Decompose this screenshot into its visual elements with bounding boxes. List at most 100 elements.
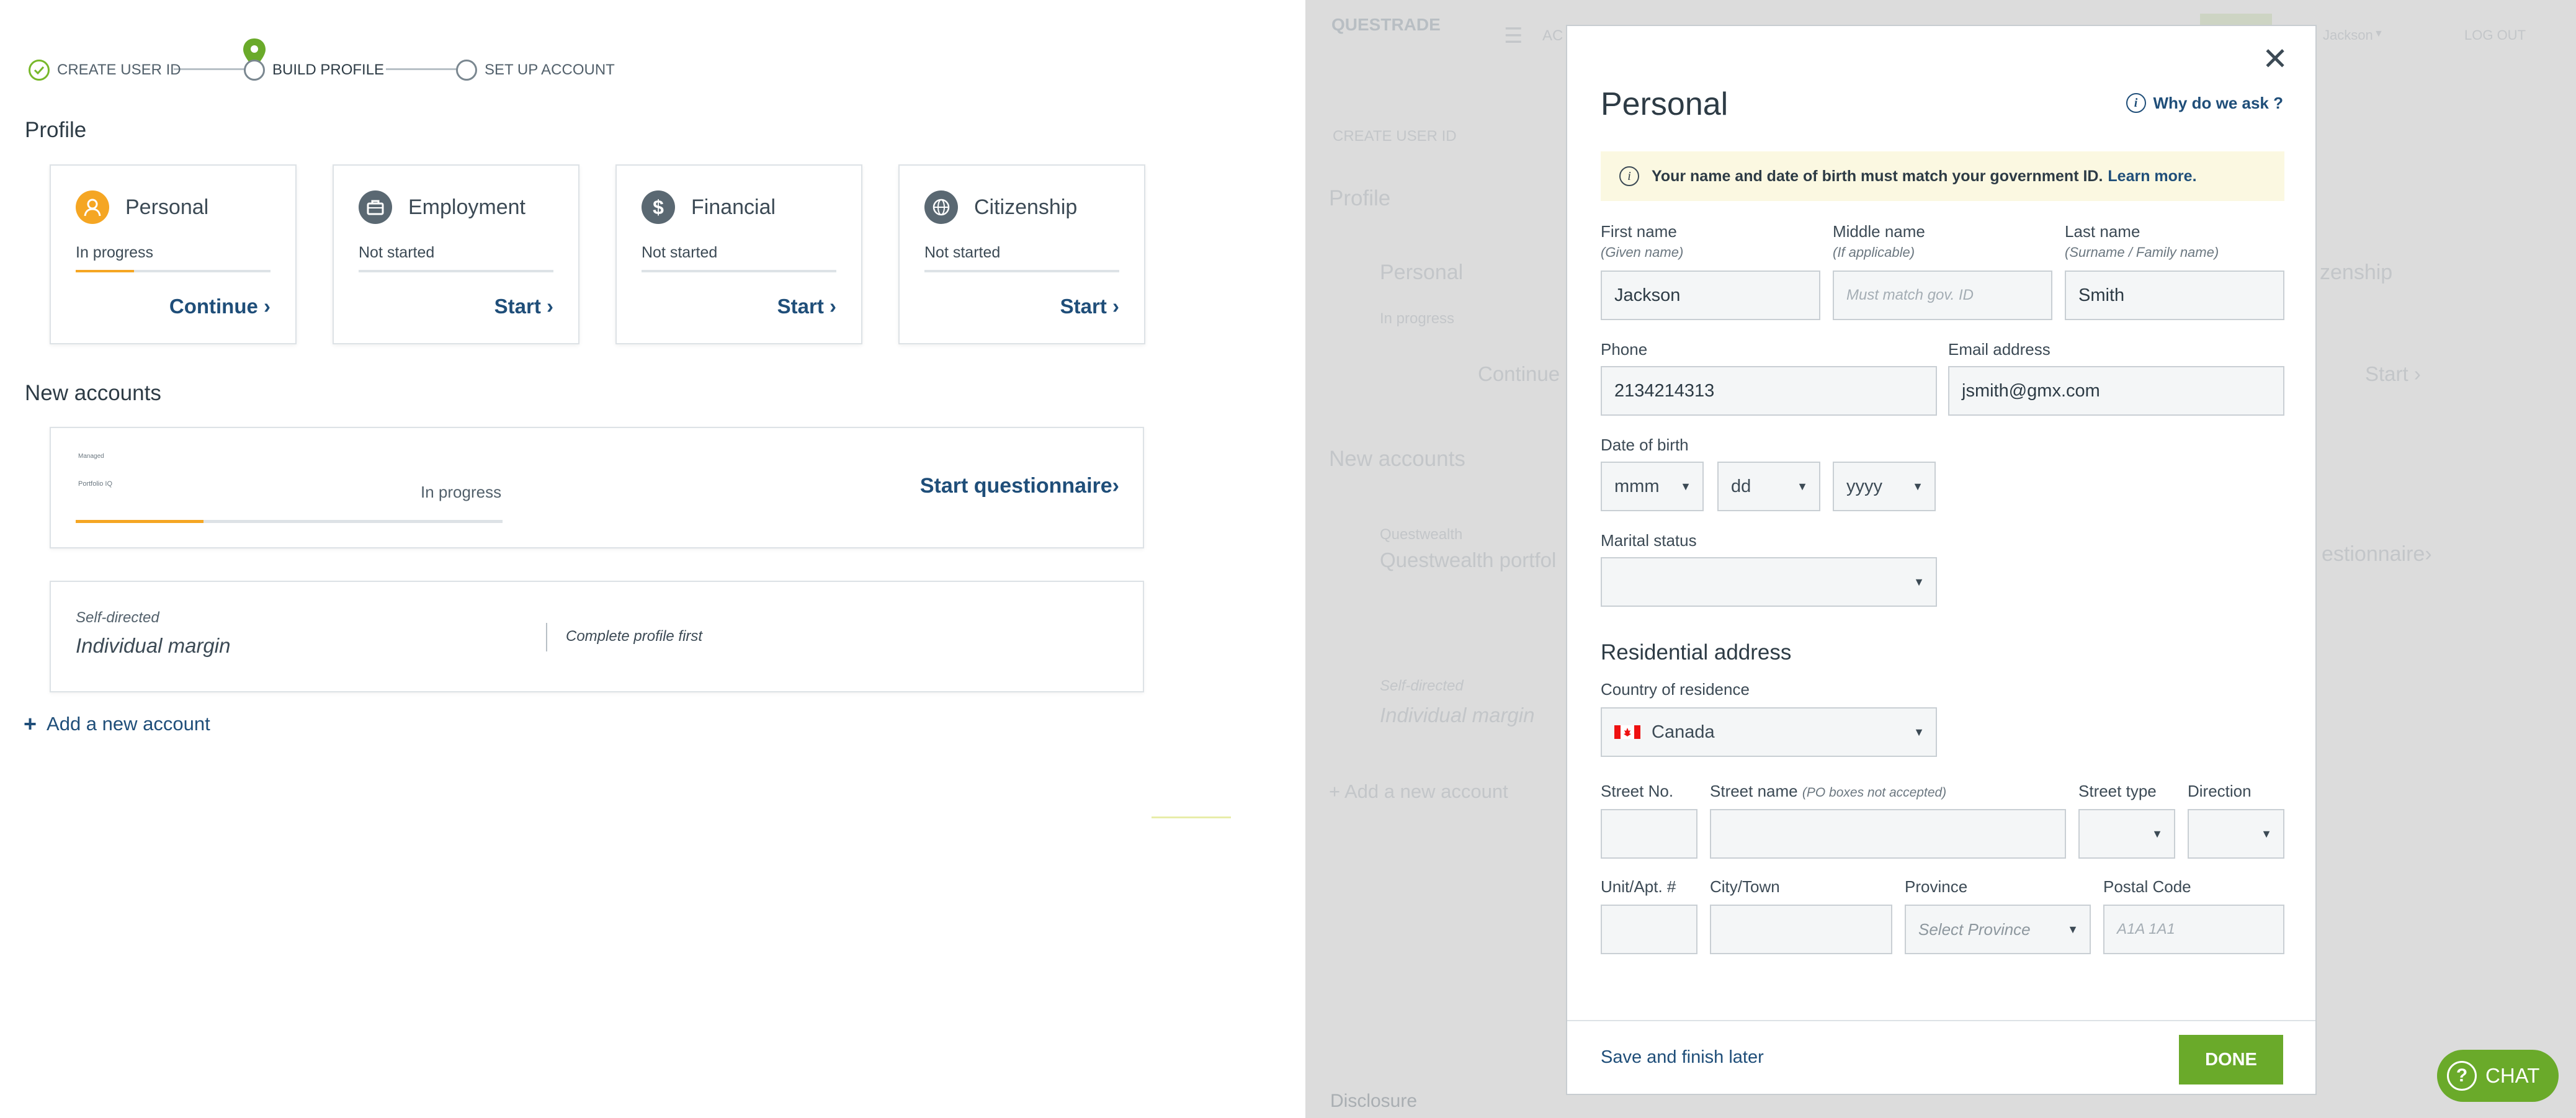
step-label: CREATE USER ID (1333, 128, 1457, 145)
province-select[interactable]: Select Province ▼ (1905, 905, 2091, 954)
direction-select[interactable]: ▼ (2188, 809, 2284, 859)
continue-link: Continue › (1478, 362, 1573, 385)
address-heading: Residential address (1601, 640, 1792, 664)
start-questionnaire-link: estionnaire› (2322, 542, 2432, 566)
questrade-logo: QUESTRADE (1331, 15, 1441, 34)
nav-item: AC (1542, 27, 1563, 44)
account-category: Self-directed (1380, 678, 1464, 694)
stepper-connector (174, 68, 245, 70)
street-type-select[interactable]: ▼ (2078, 809, 2175, 859)
portfolio-account-card[interactable]: Managed Portfolio IQ In progress Start q… (50, 427, 1144, 548)
notice-text: Your name and date of birth must match y… (1652, 167, 2103, 185)
step-label: CREATE USER ID (57, 61, 181, 78)
plus-icon: + (24, 711, 37, 736)
chat-button[interactable]: ? CHAT (2437, 1050, 2559, 1102)
new-accounts-heading: New accounts (25, 381, 161, 405)
progress-fill (76, 520, 204, 523)
profile-card-employment[interactable]: Employment Not started Start › (333, 164, 579, 344)
profile-heading: Profile (1329, 186, 1391, 210)
street-name-field[interactable] (1710, 809, 2066, 859)
continue-link[interactable]: Continue › (169, 295, 271, 318)
caret-down-icon: ▼ (1912, 480, 1923, 493)
last-name-hint: (Surname / Family name) (2065, 244, 2219, 260)
profile-card-citizenship[interactable]: Citizenship Not started Start › (898, 164, 1145, 344)
menu-icon: ☰ (1504, 24, 1523, 48)
postal-code-field[interactable]: A1A 1A1 (2103, 905, 2284, 954)
dob-year-select[interactable]: yyyy ▼ (1833, 462, 1936, 511)
dob-label: Date of birth (1601, 436, 1689, 454)
unit-field[interactable] (1601, 905, 1697, 954)
done-button[interactable]: DONE (2179, 1035, 2283, 1084)
divider (1152, 816, 1231, 818)
marital-status-select[interactable]: ▼ (1601, 557, 1937, 607)
country-label: Country of residence (1601, 680, 1750, 699)
add-account-link[interactable]: + Add a new account (24, 711, 210, 737)
select-value: Canada (1652, 722, 1715, 742)
postal-code-label: Postal Code (2103, 877, 2191, 896)
globe-icon (924, 190, 958, 224)
personal-info-dialog: ✕ Personal i Why do we ask ? i Your name… (1566, 25, 2317, 1095)
account-note: Complete profile first (566, 628, 703, 645)
profile-card-financial[interactable]: $ Financial Not started Start › (615, 164, 862, 344)
dob-day-select[interactable]: dd ▼ (1717, 462, 1820, 511)
dob-month-select[interactable]: mmm ▼ (1601, 462, 1704, 511)
canada-flag-icon (1614, 725, 1640, 739)
phone-label: Phone (1601, 340, 1648, 359)
select-value: dd (1731, 476, 1751, 496)
card-status: In progress (76, 244, 154, 261)
last-name-label: Last name (2065, 222, 2140, 241)
progress-bar (359, 270, 553, 272)
save-and-finish-later-link[interactable]: Save and finish later (1601, 1047, 1764, 1068)
phone-field[interactable]: 2134214313 (1601, 366, 1937, 416)
chat-label: CHAT (2485, 1064, 2540, 1087)
select-value: Select Province (1918, 919, 2031, 939)
briefcase-icon (359, 190, 392, 224)
middle-name-label: Middle name (1833, 222, 1925, 241)
id-notice: i Your name and date of birth must match… (1601, 151, 2284, 201)
progress-bar (642, 270, 836, 272)
first-name-field[interactable]: Jackson (1601, 271, 1820, 320)
marital-status-label: Marital status (1601, 531, 1697, 550)
step-circle (456, 60, 477, 81)
caret-down-icon: ▼ (1797, 480, 1808, 493)
caret-down-icon: ▼ (1680, 480, 1691, 493)
account-type-label: Managed (78, 453, 104, 460)
help-icon: ? (2447, 1061, 2477, 1091)
card-status: Not started (642, 244, 718, 261)
city-label: City/Town (1710, 877, 1780, 896)
card-status: In progress (1380, 310, 1455, 327)
email-label: Email address (1948, 340, 2051, 359)
start-link[interactable]: Start › (1060, 295, 1119, 318)
street-no-field[interactable] (1601, 809, 1697, 859)
why-do-we-ask-link[interactable]: i Why do we ask ? (2126, 93, 2283, 113)
start-link[interactable]: Start › (777, 295, 836, 318)
learn-more-link[interactable]: Learn more. (2108, 168, 2196, 186)
progress-bar (76, 520, 503, 523)
dollar-icon: $ (642, 190, 675, 224)
self-directed-account-card: Self-directed Individual margin Complete… (50, 581, 1144, 692)
email-field[interactable]: jsmith@gmx.com (1948, 366, 2284, 416)
start-link[interactable]: Start › (494, 295, 553, 318)
card-title: zenship (2320, 261, 2393, 284)
start-link: Start › (2365, 362, 2421, 385)
chevron-down-icon: ▼ (2374, 29, 2384, 39)
select-value: mmm (1614, 476, 1660, 496)
city-field[interactable] (1710, 905, 1892, 954)
country-select[interactable]: Canada ▼ (1601, 707, 1937, 757)
close-icon[interactable]: ✕ (2262, 43, 2288, 74)
start-questionnaire-link[interactable]: Start questionnaire› (920, 474, 1119, 498)
profile-card-personal[interactable]: Personal In progress Continue › (50, 164, 297, 344)
province-label: Province (1905, 877, 1968, 896)
account-name: Portfolio IQ (78, 480, 113, 488)
caret-down-icon: ▼ (1913, 576, 1925, 588)
last-name-field[interactable]: Smith (2065, 271, 2284, 320)
street-name-label: Street name (PO boxes not accepted) (1710, 782, 1946, 801)
account-category: Self-directed (76, 609, 159, 626)
card-title: Financial (691, 195, 776, 219)
step-create-user-id: CREATE USER ID (29, 60, 181, 81)
account-name: Individual margin (76, 634, 231, 657)
card-title: Personal (125, 195, 209, 219)
step-circle (244, 60, 265, 81)
middle-name-field[interactable]: Must match gov. ID (1833, 271, 2052, 320)
footer-divider (1567, 1020, 2315, 1021)
